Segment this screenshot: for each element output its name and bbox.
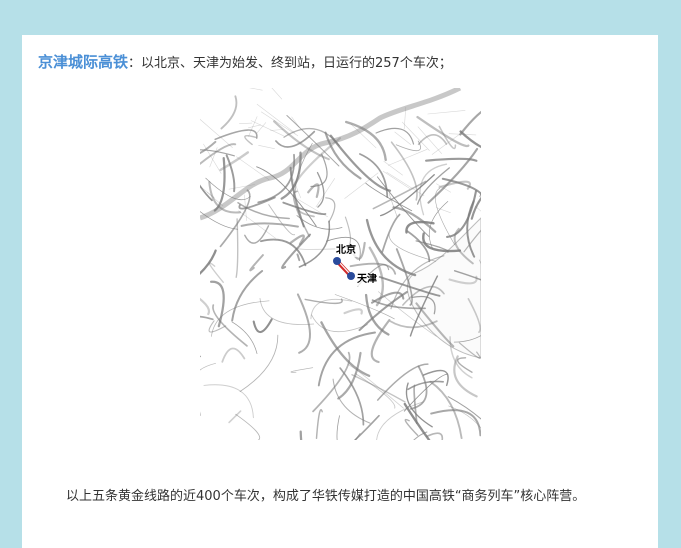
beijing-label: 北京 bbox=[335, 245, 357, 257]
tianjin-station-marker bbox=[347, 272, 355, 280]
section-heading: 京津城际高铁：以北京、天津为始发、终到站，日运行的257个车次； bbox=[38, 51, 452, 72]
route-description: ：以北京、天津为始发、终到站，日运行的257个车次； bbox=[128, 56, 452, 71]
article-card: 京津城际高铁：以北京、天津为始发、终到站，日运行的257个车次； 北京 天津 以… bbox=[22, 35, 658, 548]
summary-paragraph: 以上五条黄金线路的近400个车次，构成了华铁传媒打造的中国高铁“商务列车”核心阵… bbox=[66, 489, 586, 504]
railway-map: 北京 天津 bbox=[200, 88, 481, 440]
railway-network-svg bbox=[200, 88, 481, 440]
tianjin-label: 天津 bbox=[356, 274, 378, 286]
beijing-station-marker bbox=[333, 257, 341, 265]
route-title: 京津城际高铁 bbox=[38, 53, 129, 71]
